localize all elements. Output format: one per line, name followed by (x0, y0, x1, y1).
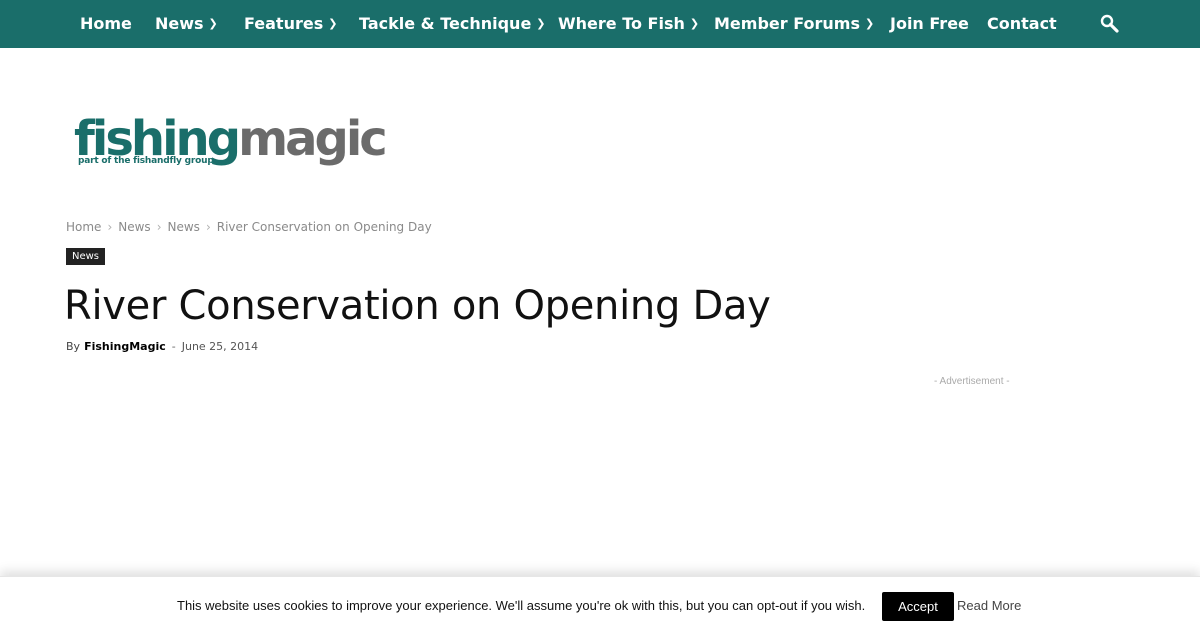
breadcrumb-separator: › (156, 220, 162, 234)
nav-item-label: Join Free (890, 14, 969, 33)
search-icon (1100, 14, 1119, 33)
nav-item-label: Contact (987, 14, 1057, 33)
logo-tagline: part of the fishandfly group (78, 156, 214, 166)
article-meta: By FishingMagic - June 25, 2014 (66, 339, 258, 355)
breadcrumb-news[interactable]: News (118, 220, 150, 234)
advertisement-label: - Advertisement - (934, 376, 1010, 387)
nav-item-member-forums[interactable]: Member Forums ❯ (714, 0, 874, 48)
chevron-down-icon: ❯ (208, 17, 218, 30)
chevron-down-icon: ❯ (864, 17, 875, 30)
meta-separator: - (171, 340, 176, 353)
nav-item-tackle-technique[interactable]: Tackle & Technique ❯ (359, 0, 546, 48)
breadcrumb-separator: › (107, 220, 113, 234)
chevron-down-icon: ❯ (328, 17, 338, 30)
site-logo[interactable]: fishingmagic part of the fishandfly grou… (74, 112, 388, 172)
breadcrumb-news-sub[interactable]: News (168, 220, 200, 234)
nav-item-label: Features (244, 14, 324, 33)
nav-item-label: Tackle & Technique (359, 14, 532, 33)
page-title: River Conservation on Opening Day (64, 283, 771, 329)
by-label: By (66, 340, 81, 353)
nav-item-features[interactable]: Features ❯ (244, 0, 337, 48)
nav-item-where-to-fish[interactable]: Where To Fish ❯ (558, 0, 699, 48)
breadcrumb-home[interactable]: Home (66, 220, 101, 234)
nav-item-home[interactable]: Home (80, 0, 132, 48)
nav-item-news[interactable]: News ❯ (155, 0, 218, 48)
cookie-message: This website uses cookies to improve you… (177, 598, 866, 613)
category-tag[interactable]: News (66, 248, 106, 265)
nav-item-label: Member Forums (714, 14, 860, 33)
nav-item-label: Home (80, 14, 132, 33)
read-more-link[interactable]: Read More (957, 598, 1021, 614)
nav-item-label: News (155, 14, 204, 33)
nav-item-contact[interactable]: Contact (987, 0, 1057, 48)
breadcrumb: Home › News › News › River Conservation on Ope… (66, 219, 432, 235)
top-navigation: Home News ❯ Features ❯ Tackle & Technique ❯… (0, 0, 1200, 48)
cookie-consent-bar: This website uses cookies to improve you… (0, 576, 1200, 630)
author-link[interactable]: FishingMagic (84, 340, 166, 353)
chevron-down-icon: ❯ (689, 17, 700, 30)
publish-date: June 25, 2014 (181, 340, 259, 353)
nav-item-label: Where To Fish (558, 14, 685, 33)
chevron-down-icon: ❯ (536, 17, 546, 30)
nav-item-join-free[interactable]: Join Free (890, 0, 969, 48)
search-button[interactable] (1098, 12, 1122, 36)
accept-button[interactable]: Accept (882, 592, 954, 621)
breadcrumb-separator: › (205, 220, 211, 234)
breadcrumb-current: River Conservation on Opening Day (216, 220, 432, 234)
